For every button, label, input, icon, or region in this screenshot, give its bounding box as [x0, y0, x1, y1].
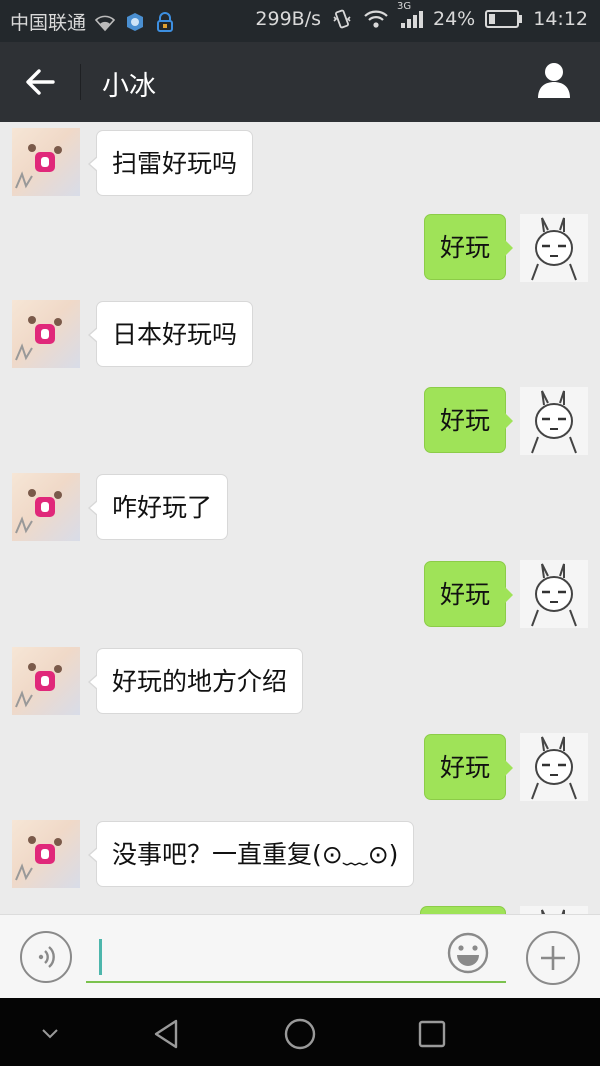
app-notification-icon: [124, 11, 146, 33]
bot-avatar[interactable]: [12, 300, 80, 368]
page-title: 小冰: [102, 71, 156, 102]
status-bar: 中国联通 299B/s 3G 24% 14:12: [0, 0, 600, 42]
received-message-bubble[interactable]: 日本好玩吗: [87, 301, 254, 367]
received-message-bubble[interactable]: 咋好玩了: [87, 474, 229, 540]
bot-avatar[interactable]: [12, 647, 80, 715]
bot-avatar[interactable]: [12, 820, 80, 888]
input-bar: [0, 914, 600, 998]
voice-icon: [38, 946, 55, 968]
emoji-button[interactable]: [446, 931, 490, 975]
bot-avatar[interactable]: [12, 473, 80, 541]
sent-message-bubble[interactable]: 好玩: [423, 214, 514, 280]
user-avatar[interactable]: [520, 214, 588, 282]
bot-avatar[interactable]: [12, 128, 80, 196]
received-message-bubble[interactable]: 没事吧？一直重复(⊙﹏⊙): [87, 821, 415, 887]
message-input[interactable]: [86, 933, 506, 983]
nav-recents-button[interactable]: [412, 1014, 452, 1054]
person-icon: [538, 63, 570, 98]
plus-icon: [541, 946, 565, 970]
user-avatar[interactable]: [520, 906, 588, 914]
profile-button[interactable]: [532, 58, 576, 102]
title-bar: 小冰: [0, 42, 600, 122]
user-avatar[interactable]: [520, 387, 588, 455]
carrier-label: 中国联通: [10, 12, 87, 34]
received-message-bubble[interactable]: 好玩的地方介绍: [87, 648, 304, 714]
battery-percent-label: 24%: [433, 8, 476, 30]
lock-notification-icon: [154, 11, 176, 33]
title-divider: [80, 64, 81, 100]
network-type-label: 3G: [397, 1, 412, 12]
sent-message-bubble[interactable]: 好玩: [423, 561, 514, 627]
back-button[interactable]: [18, 62, 62, 102]
wifi-icon: [363, 9, 389, 29]
wifi-signal-icon: [94, 12, 116, 32]
system-nav-bar: [0, 998, 600, 1066]
sent-message-bubble[interactable]: 好玩: [423, 734, 514, 800]
smiley-icon: [447, 932, 489, 974]
sent-message-bubble[interactable]: 好玩: [423, 387, 514, 453]
cell-signal-icon: 3G: [397, 1, 423, 29]
clock-label: 14:12: [533, 8, 588, 30]
square-recents-icon: [418, 1020, 446, 1048]
user-avatar[interactable]: [520, 560, 588, 628]
battery-icon: [485, 9, 523, 29]
user-avatar[interactable]: [520, 733, 588, 801]
chevron-down-icon: [42, 1029, 58, 1039]
circle-home-icon: [284, 1018, 316, 1050]
text-caret: [99, 939, 102, 975]
chat-message-list[interactable]: 扫雷好玩吗 好玩 日本好玩吗 好玩 咋好玩了 好玩 好玩的地方介绍 好玩 没事吧…: [0, 122, 600, 914]
sent-message-bubble[interactable]: [420, 906, 506, 914]
received-message-bubble[interactable]: 扫雷好玩吗: [87, 130, 254, 196]
more-options-button[interactable]: [526, 931, 580, 985]
triangle-back-icon: [154, 1019, 178, 1049]
hide-nav-button[interactable]: [30, 1014, 70, 1054]
network-speed-label: 299B/s: [255, 8, 321, 30]
arrow-left-icon: [26, 69, 55, 95]
nav-home-button[interactable]: [280, 1014, 320, 1054]
nav-back-button[interactable]: [146, 1014, 186, 1054]
voice-input-button[interactable]: [20, 931, 72, 983]
vibrate-icon: [331, 8, 353, 30]
